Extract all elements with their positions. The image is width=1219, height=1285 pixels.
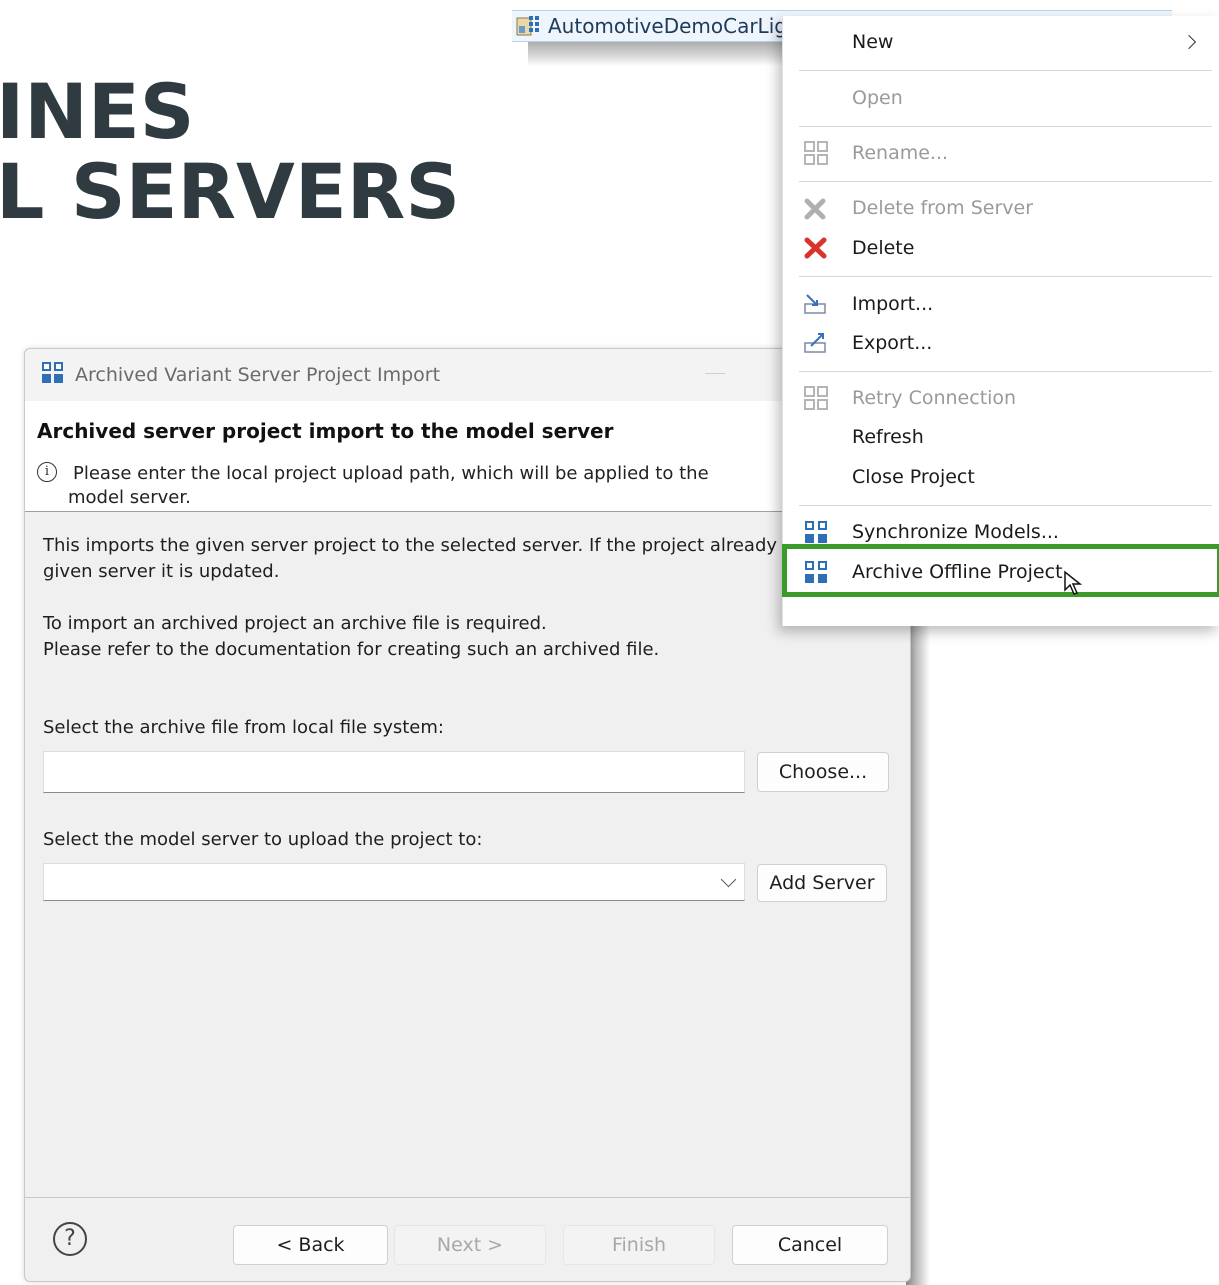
- project-icon: [516, 15, 542, 37]
- menu-separator: [799, 371, 1212, 372]
- grid-icon: [803, 385, 829, 411]
- delete-icon: [803, 195, 829, 221]
- model-server-select[interactable]: [43, 863, 745, 901]
- context-menu: New Open Rename... Delete from Server De…: [782, 16, 1219, 626]
- menu-item-label: Rename...: [852, 142, 949, 164]
- menu-item-label: Retry Connection: [852, 387, 1017, 409]
- window-grid-icon: [41, 361, 65, 389]
- grid-icon: [803, 140, 829, 166]
- model-server-label: Select the model server to upload the pr…: [43, 829, 483, 850]
- delete-icon: [803, 235, 829, 261]
- menu-item-new[interactable]: New: [783, 24, 1219, 60]
- footer-separator: [25, 1197, 910, 1198]
- add-server-button[interactable]: Add Server: [757, 864, 887, 902]
- dialog-banner: Archived server project import to the mo…: [25, 401, 910, 512]
- grid-icon: [803, 519, 829, 545]
- menu-item-label: Import...: [852, 293, 934, 315]
- description-line-2: given server it is updated.: [43, 561, 280, 582]
- back-button[interactable]: < Back: [233, 1225, 388, 1265]
- mouse-cursor-icon: [1064, 570, 1083, 595]
- dialog-title: Archived Variant Server Project Import: [75, 364, 441, 386]
- minimize-button[interactable]: [705, 373, 725, 374]
- export-icon: [803, 330, 829, 356]
- tree-item-label: AutomotiveDemoCarLig: [548, 14, 787, 38]
- import-icon: [803, 291, 829, 317]
- menu-item-rename[interactable]: Rename...: [783, 135, 1219, 171]
- import-dialog: Archived Variant Server Project Import A…: [24, 348, 911, 1282]
- menu-item-label: Close Project: [852, 466, 975, 488]
- headline-line-2: L SERVERS: [0, 147, 461, 236]
- menu-separator: [799, 181, 1212, 182]
- info-message-line-2: model server.: [68, 487, 191, 508]
- chevron-right-icon: [1181, 34, 1197, 50]
- menu-separator: [799, 276, 1212, 277]
- menu-separator: [799, 70, 1212, 71]
- archive-file-input[interactable]: [43, 751, 745, 793]
- highlight-box: [782, 544, 1219, 597]
- cancel-button[interactable]: Cancel: [732, 1225, 888, 1265]
- dialog-titlebar[interactable]: Archived Variant Server Project Import: [25, 349, 910, 401]
- menu-item-retry-connection[interactable]: Retry Connection: [783, 380, 1219, 416]
- description-line-3: To import an archived project an archive…: [43, 613, 547, 634]
- headline-line-1: INES: [0, 67, 195, 156]
- archive-file-label: Select the archive file from local file …: [43, 717, 444, 738]
- menu-item-refresh[interactable]: Refresh: [783, 419, 1219, 455]
- menu-separator: [799, 126, 1212, 127]
- menu-item-label: Synchronize Models...: [852, 521, 1059, 543]
- menu-item-label: Delete from Server: [852, 197, 1034, 219]
- menu-item-delete[interactable]: Delete: [783, 230, 1219, 266]
- help-icon[interactable]: ?: [53, 1222, 87, 1256]
- dialog-heading: Archived server project import to the mo…: [37, 419, 614, 443]
- info-icon: i: [37, 462, 57, 482]
- menu-item-label: Export...: [852, 332, 933, 354]
- menu-item-label: New: [852, 31, 894, 53]
- description-line-4: Please refer to the documentation for cr…: [43, 639, 660, 660]
- menu-item-close-project[interactable]: Close Project: [783, 459, 1219, 495]
- menu-item-import[interactable]: Import...: [783, 286, 1219, 322]
- menu-item-label: Refresh: [852, 426, 924, 448]
- menu-item-label: Open: [852, 87, 903, 109]
- menu-separator: [799, 505, 1212, 506]
- finish-button[interactable]: Finish: [563, 1225, 715, 1265]
- menu-item-export[interactable]: Export...: [783, 325, 1219, 361]
- description-line-1: This imports the given server project to…: [43, 535, 794, 556]
- next-button[interactable]: Next >: [394, 1225, 546, 1265]
- menu-item-open[interactable]: Open: [783, 80, 1219, 116]
- choose-button[interactable]: Choose...: [757, 752, 889, 792]
- chevron-down-icon: [720, 871, 737, 888]
- info-message-line-1: Please enter the local project upload pa…: [73, 463, 709, 484]
- menu-item-delete-from-server[interactable]: Delete from Server: [783, 190, 1219, 226]
- menu-item-label: Delete: [852, 237, 915, 259]
